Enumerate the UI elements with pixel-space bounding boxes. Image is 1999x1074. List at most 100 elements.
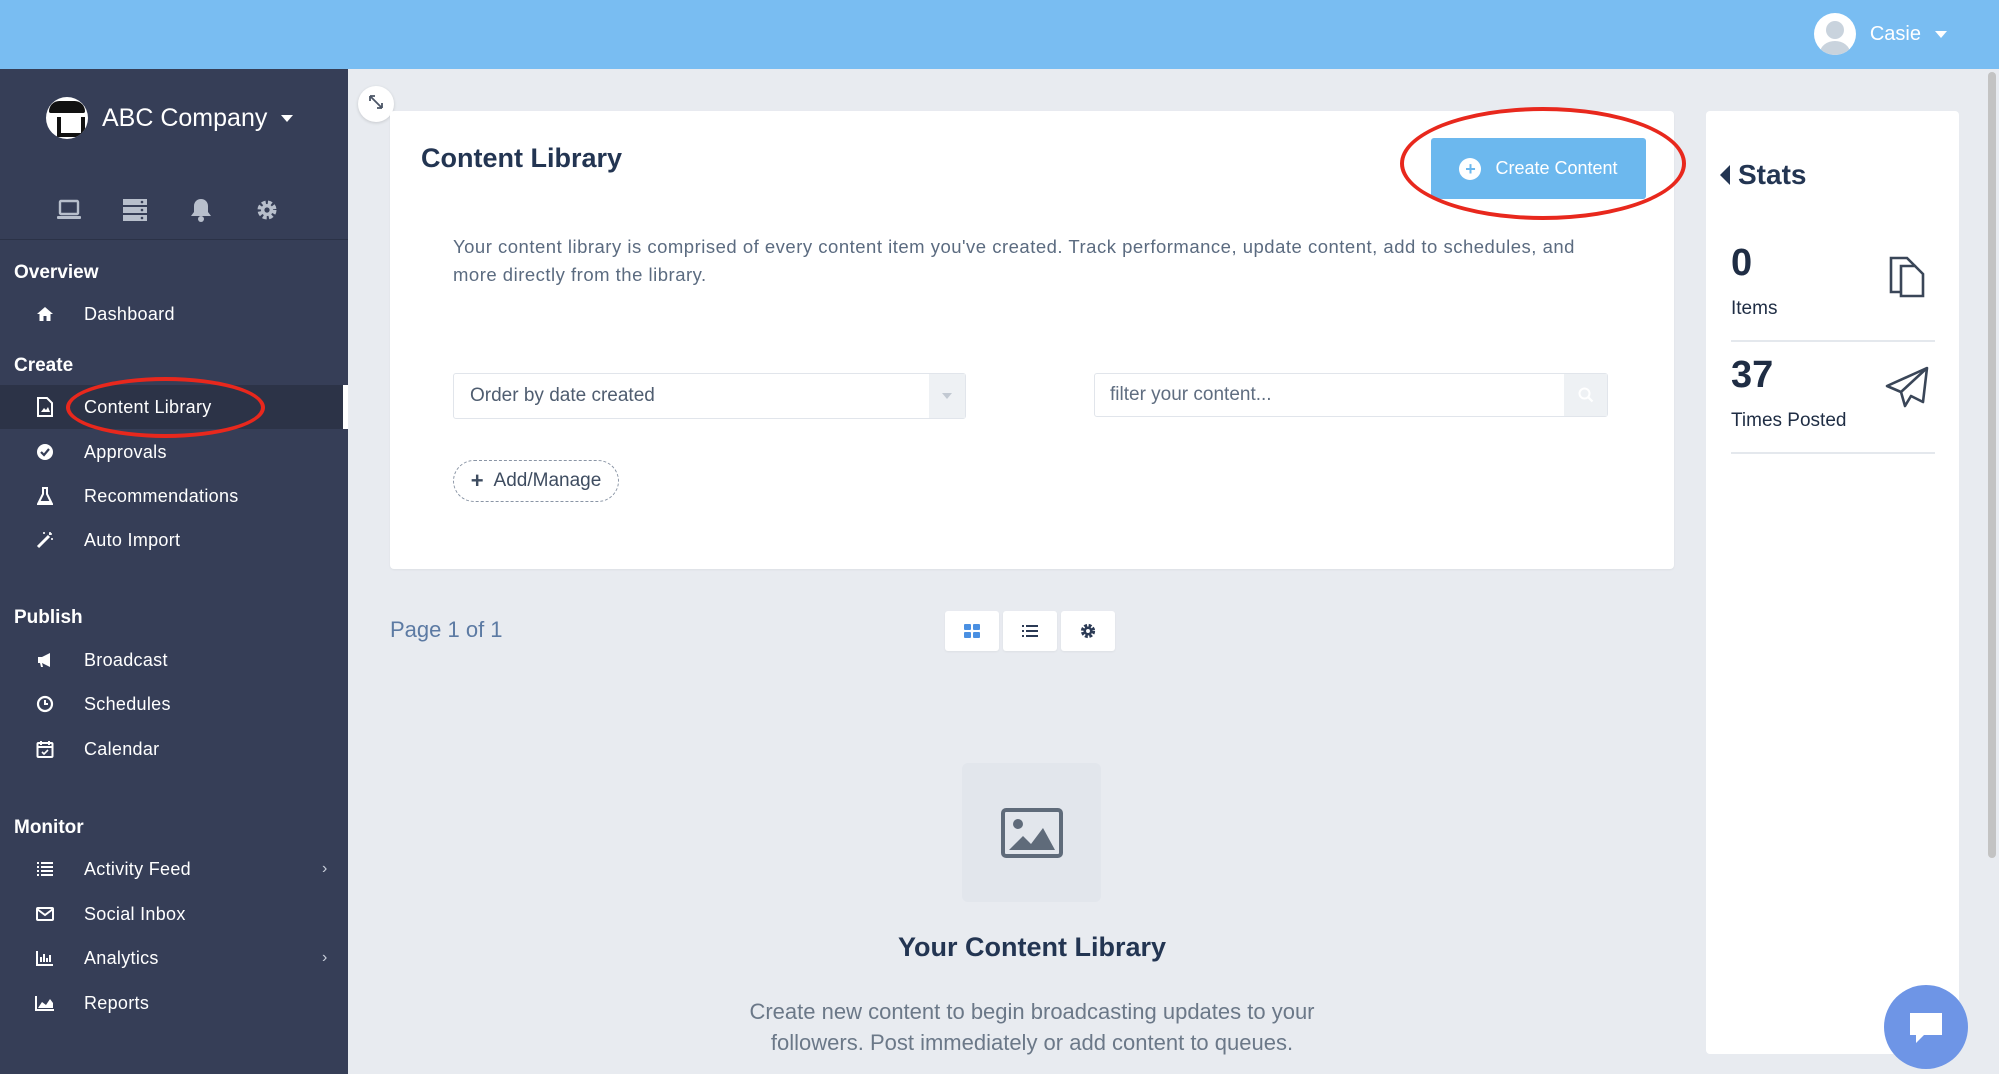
expand-icon	[368, 94, 384, 115]
chevron-down-icon	[281, 114, 294, 122]
user-name: Casie	[1869, 22, 1921, 45]
chevron-right-icon: ›	[322, 860, 328, 877]
chat-button[interactable]	[1884, 985, 1968, 1069]
sidebar-item-label: Activity Feed	[84, 858, 191, 879]
calendar-icon	[34, 738, 56, 760]
sidebar-item-label: Auto Import	[84, 529, 181, 550]
stats-toggle[interactable]: Stats	[1720, 159, 1806, 191]
sidebar-item-recommendations[interactable]: Recommendations	[0, 474, 348, 518]
empty-state-text: Create new content to begin broadcasting…	[749, 999, 1315, 1055]
view-settings-button[interactable]	[1061, 611, 1115, 651]
chevron-right-icon: ›	[322, 949, 328, 966]
copy-icon	[1889, 256, 1925, 298]
chevron-down-icon	[929, 374, 965, 418]
sidebar-item-dashboard[interactable]: Dashboard	[0, 292, 348, 336]
gear-icon[interactable]	[254, 197, 280, 223]
laptop-icon[interactable]	[56, 197, 82, 223]
search-icon	[1578, 387, 1593, 403]
items-count: 0	[1731, 242, 1753, 284]
divider	[0, 239, 348, 240]
chat-icon	[1910, 1013, 1942, 1043]
document-icon	[34, 396, 56, 418]
sidebar-item-label: Analytics	[84, 947, 159, 968]
list-icon	[1022, 625, 1038, 637]
library-description: Your content library is comprised of eve…	[453, 236, 1575, 285]
sidebar-item-label: Calendar	[84, 738, 160, 759]
grid-icon	[964, 624, 980, 638]
user-menu[interactable]: Casie	[1813, 10, 1947, 58]
sidebar-item-calendar[interactable]: Calendar	[0, 727, 348, 771]
grid-view-button[interactable]	[945, 611, 999, 651]
plus-circle-icon: +	[1459, 157, 1482, 180]
home-icon	[34, 303, 56, 325]
list-icon	[34, 858, 56, 880]
empty-state-image	[962, 763, 1101, 902]
bell-icon[interactable]	[188, 197, 214, 223]
times-posted-label: Times Posted	[1731, 410, 1847, 431]
sidebar-item-broadcast[interactable]: Broadcast	[0, 638, 348, 682]
order-by-select[interactable]: Order by date created	[453, 373, 966, 419]
page-title: Content Library	[421, 143, 623, 173]
avatar	[1813, 13, 1856, 55]
items-label: Items	[1731, 298, 1778, 319]
section-monitor: Monitor	[14, 817, 84, 838]
scrollbar[interactable]	[1988, 72, 1996, 858]
plus-icon: +	[470, 468, 484, 493]
check-circle-icon	[34, 441, 56, 463]
section-publish: Publish	[14, 607, 83, 628]
search-button[interactable]	[1564, 374, 1607, 416]
chevron-down-icon	[1935, 30, 1947, 38]
sidebar-item-label: Recommendations	[84, 485, 239, 506]
list-view-button[interactable]	[1003, 611, 1057, 651]
stats-title: Stats	[1738, 159, 1807, 190]
stat-times-posted: 37 Times Posted	[1731, 342, 1935, 454]
sidebar-item-activity-feed[interactable]: Activity Feed ›	[0, 847, 348, 891]
paper-plane-icon	[1885, 366, 1929, 408]
clock-icon	[34, 693, 56, 715]
server-icon[interactable]	[122, 197, 148, 223]
filter-input[interactable]	[1095, 374, 1565, 416]
content-library-card: Content Library + Create Content Your co…	[390, 111, 1674, 569]
sidebar-item-label: Approvals	[84, 441, 167, 462]
magic-wand-icon	[34, 529, 56, 551]
gear-icon	[1080, 623, 1096, 639]
area-chart-icon	[34, 992, 56, 1014]
sidebar-item-schedules[interactable]: Schedules	[0, 682, 348, 726]
sidebar-item-label: Reports	[84, 992, 150, 1013]
create-content-button[interactable]: + Create Content	[1431, 138, 1646, 199]
order-by-value: Order by date created	[470, 385, 655, 406]
stats-panel: Stats 0 Items 37 Times Posted	[1706, 111, 1959, 1054]
page-info: Page 1 of 1	[390, 617, 503, 642]
add-manage-button[interactable]: + Add/Manage	[453, 460, 619, 502]
bar-chart-icon	[34, 947, 56, 969]
sidebar-item-label: Schedules	[84, 693, 171, 714]
section-overview: Overview	[14, 262, 99, 283]
sidebar-item-reports[interactable]: Reports	[0, 981, 348, 1025]
megaphone-icon	[34, 649, 56, 671]
sidebar-item-social-inbox[interactable]: Social Inbox	[0, 892, 348, 936]
stat-items: 0 Items	[1731, 230, 1935, 342]
add-manage-label: Add/Manage	[493, 470, 602, 491]
expand-sidebar-button[interactable]	[358, 86, 394, 122]
sidebar-item-content-library[interactable]: Content Library	[0, 385, 348, 429]
sidebar-quick-icons	[56, 197, 280, 223]
times-posted-count: 37	[1731, 354, 1774, 396]
filter-field	[1094, 373, 1608, 417]
caret-left-icon	[1720, 165, 1730, 185]
company-switcher[interactable]: ABC Company	[46, 97, 294, 139]
sidebar-item-label: Social Inbox	[84, 903, 186, 924]
flask-icon	[34, 485, 56, 507]
company-logo	[46, 97, 88, 139]
sidebar-item-label: Broadcast	[84, 649, 168, 670]
sidebar-item-label: Dashboard	[84, 303, 175, 324]
sidebar-item-label: Content Library	[84, 396, 212, 417]
sidebar-item-approvals[interactable]: Approvals	[0, 430, 348, 474]
top-bar: Casie	[0, 0, 1999, 69]
sidebar: ABC Company Overview Dashboard Create Co…	[0, 69, 348, 1074]
company-name: ABC Company	[102, 103, 268, 132]
sidebar-item-auto-import[interactable]: Auto Import	[0, 518, 348, 562]
sidebar-item-analytics[interactable]: Analytics ›	[0, 936, 348, 980]
image-icon	[1000, 807, 1063, 858]
create-content-label: Create Content	[1495, 158, 1618, 178]
empty-state-title: Your Content Library	[897, 932, 1166, 962]
